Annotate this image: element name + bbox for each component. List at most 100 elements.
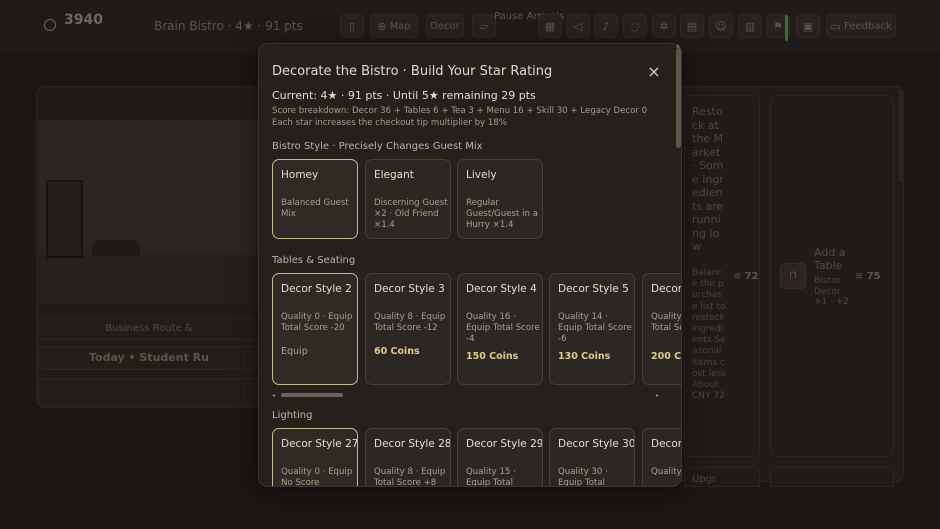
table-option[interactable]: Decor Style 3 Quality 8 · Equip Total Sc… <box>365 273 451 385</box>
staff-button[interactable]: ☺ <box>709 14 733 38</box>
style-option-lively[interactable]: Lively Regular Guest/Guest in a Hurry ×1… <box>457 159 543 239</box>
calendar-icon: ▦ <box>544 19 556 33</box>
chat-icon: ▭ <box>830 19 841 33</box>
style-option-elegant[interactable]: Elegant Discerning Guest ×2 · Old Friend… <box>365 159 451 239</box>
decor-name: Decor Style 2 <box>281 283 352 295</box>
star-progress: Current: 4★ · 91 pts · Until 5★ remainin… <box>272 89 536 102</box>
coin-balance: 3940 <box>64 12 103 28</box>
feedback-label: Feedback <box>843 20 892 32</box>
map-button[interactable]: ⊕ Map <box>370 14 418 38</box>
decor-stats: Quality 14 · Equip Total Score -6 <box>558 312 632 344</box>
decor-stats: Quality 4 · Equip <box>651 467 682 477</box>
table-option[interactable]: Decor Style 4 Quality 16 · Equip Total S… <box>457 273 543 385</box>
business-route-bar[interactable]: Business Route & <box>38 318 260 340</box>
table-option[interactable]: Decor Style 2 Quality 0 · Equip Total Sc… <box>272 273 358 385</box>
buy-price[interactable]: 200 Coins <box>651 351 681 362</box>
dialog-vertical-scrollbar[interactable] <box>676 48 681 148</box>
style-name: Elegant <box>374 169 414 181</box>
tables-section-title: Tables & Seating <box>272 255 356 266</box>
layout-button[interactable]: ▥ <box>738 14 762 38</box>
decor-name: Decor Style 4 <box>466 283 537 295</box>
buy-price[interactable]: 60 Coins <box>374 346 420 357</box>
style-description: Balanced Guest Mix <box>281 198 349 219</box>
gear-icon: ✲ <box>659 19 669 33</box>
lighting-option[interactable]: Decor Style 31 Quality 4 · Equip <box>642 428 682 486</box>
save-button[interactable]: ▣ <box>796 14 820 38</box>
decor-name: Decor Style 28 <box>374 438 451 450</box>
decor-name: Decor Style 5 <box>558 283 629 295</box>
close-icon[interactable]: × <box>643 61 665 83</box>
style-section-title: Bistro Style · Precisely Changes Guest M… <box>272 141 483 152</box>
settings-button[interactable]: ✲ <box>652 14 676 38</box>
table-option[interactable]: Decor Style 5 Quality 14 · Equip Total S… <box>549 273 635 385</box>
bookmark-button[interactable]: ▱ <box>472 14 496 38</box>
calendar-button[interactable]: ▦ <box>538 14 562 38</box>
decor-name: Decor Style 3 <box>374 283 445 295</box>
table-option[interactable]: Decor Style 6 Quality 2 · Equip Total Sc… <box>642 273 682 385</box>
decor-stats: Quality 30 · Equip Total <box>558 467 608 487</box>
decor-name: Decor Style 29 <box>466 438 543 450</box>
background-action-bar[interactable] <box>38 378 260 406</box>
buy-price[interactable]: 150 Coins <box>466 351 518 362</box>
bookmark-icon: ▱ <box>479 19 489 33</box>
style-option-homey[interactable]: Homey Balanced Guest Mix <box>272 159 358 239</box>
status-indicator <box>785 15 788 41</box>
style-description: Discerning Guest ×2 · Old Friend ×1.4 <box>374 198 448 230</box>
add-table-title: Add a Table <box>814 246 846 272</box>
clipboard-icon: ▤ <box>686 19 698 33</box>
decor-name: Decor Style 30 <box>558 438 635 450</box>
decor-name: Decor Style 6 <box>651 283 682 295</box>
decor-name: Decor Style 31 <box>651 438 682 450</box>
scroll-right-icon[interactable]: ▸ <box>656 392 659 399</box>
style-name: Homey <box>281 169 319 181</box>
decor-stats: Quality 0 · Equip Total Score -20 <box>281 312 353 333</box>
score-breakdown: Score breakdown: Decor 36 + Tables 6 + T… <box>272 106 648 116</box>
notes-button[interactable]: ▤ <box>680 14 704 38</box>
style-name: Lively <box>466 169 497 181</box>
decor-stats: Quality 2 · Equip Total Score -18 <box>651 312 682 333</box>
feedback-button[interactable]: ▭ Feedback <box>826 14 896 38</box>
recipes-button[interactable]: ◌ <box>623 14 647 38</box>
restock-points: ≋ 72 <box>733 271 759 282</box>
lighting-section-title: Lighting <box>272 410 313 421</box>
lighting-option[interactable]: Decor Style 28 Quality 8 · Equip Total S… <box>365 428 451 487</box>
restock-description: Balance the purchase list to restock ing… <box>692 268 727 402</box>
upgrade-label: Upgr <box>692 474 717 485</box>
phone-icon: ▯ <box>348 19 356 33</box>
next-task-card[interactable] <box>770 467 894 487</box>
plant-icon <box>92 240 140 256</box>
add-table-points: ≋ 75 <box>855 271 881 282</box>
decor-stats: Quality 8 · Equip Total Score -12 <box>374 312 446 333</box>
table-icon: ⊓ <box>780 263 806 289</box>
scroll-left-icon[interactable]: ◂ <box>272 392 275 399</box>
globe-icon: ⊕ <box>377 19 387 33</box>
flag-icon: ⚑ <box>773 19 783 33</box>
music-note-icon: ♪ <box>602 19 610 33</box>
today-banner: Today • Student Ru <box>38 346 260 370</box>
tables-horizontal-scrollbar[interactable]: ◂ ▸ <box>272 392 664 399</box>
sound-button[interactable]: ◁ <box>566 14 590 38</box>
grid-icon: ▥ <box>744 19 756 33</box>
music-button[interactable]: ♪ <box>594 14 618 38</box>
save-icon: ▣ <box>802 19 814 33</box>
decor-name: Decor Style 27 <box>281 438 358 450</box>
speaker-icon: ◁ <box>573 19 583 33</box>
decor-stats: Quality 8 · Equip Total Score +8 <box>374 467 446 487</box>
decor-label: Decor <box>430 20 460 32</box>
phone-button[interactable]: ▯ <box>340 14 364 38</box>
coin-icon <box>44 19 56 31</box>
add-table-subtitle: Bistro Decor +1 · +2 <box>814 276 850 307</box>
dialog-title: Decorate the Bistro · Build Your Star Ra… <box>272 64 553 79</box>
buy-price[interactable]: 130 Coins <box>558 351 610 362</box>
lighting-option[interactable]: Decor Style 29 Quality 15 · Equip Total <box>457 428 543 486</box>
tip-multiplier-note: Each star increases the checkout tip mul… <box>272 118 507 128</box>
lighting-option[interactable]: Decor Style 27 Quality 0 · Equip No Scor… <box>272 428 358 486</box>
equip-button[interactable]: Equip <box>281 346 308 357</box>
bistro-floor <box>38 255 260 305</box>
decor-button[interactable]: Decor <box>426 14 464 38</box>
decor-stats: Quality 16 · Equip Total Score -4 <box>466 312 540 344</box>
lighting-option[interactable]: Decor Style 30 Quality 30 · Equip Total <box>549 428 635 487</box>
star-icon: ≋ <box>733 271 742 282</box>
scrollbar-thumb[interactable] <box>281 393 343 397</box>
tasks-scrollbar[interactable] <box>898 90 904 182</box>
